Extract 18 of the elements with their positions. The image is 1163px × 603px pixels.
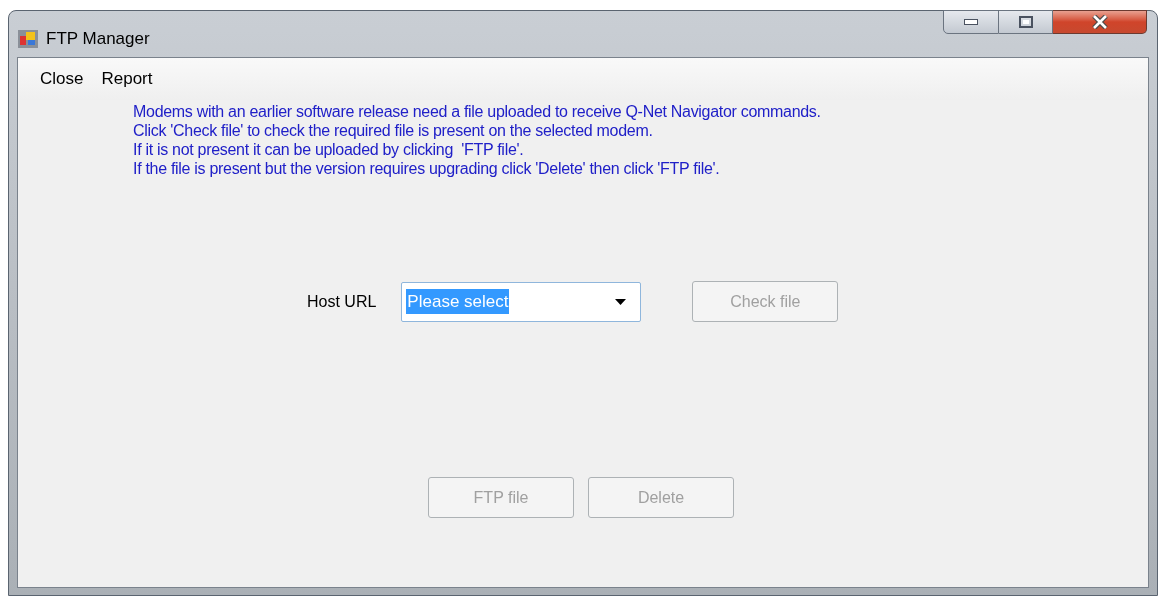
minimize-button[interactable] bbox=[943, 10, 999, 34]
host-url-label: Host URL bbox=[307, 291, 377, 312]
window-title: FTP Manager bbox=[46, 28, 150, 50]
instruction-text: Click 'Check file' to check the required file is present on the selected modem. bbox=[133, 121, 654, 140]
instruction-text: If the file is present but the version requires upgrading click 'Delete' then click 'FTP file'. bbox=[133, 159, 721, 178]
dropdown-value: Please select bbox=[406, 288, 510, 315]
dropdown-caret-icon bbox=[615, 298, 627, 305]
app-icon bbox=[18, 29, 38, 48]
minimize-icon bbox=[964, 19, 978, 25]
maximize-icon bbox=[1018, 16, 1033, 28]
maximize-button[interactable] bbox=[999, 10, 1053, 34]
instruction-text: Modems with an earlier software release need a file uploaded to receive Q-Net Navigator commands. bbox=[133, 102, 822, 121]
menu-item[interactable]: Report bbox=[93, 62, 161, 96]
host-url-dropdown[interactable]: Please select bbox=[401, 281, 642, 322]
close-icon bbox=[1091, 15, 1108, 29]
close-button[interactable] bbox=[1053, 10, 1147, 34]
instruction-text: If it is not present it can be uploaded by clicking 'FTP file'. bbox=[133, 140, 525, 159]
menu-item[interactable]: Close bbox=[32, 62, 92, 96]
